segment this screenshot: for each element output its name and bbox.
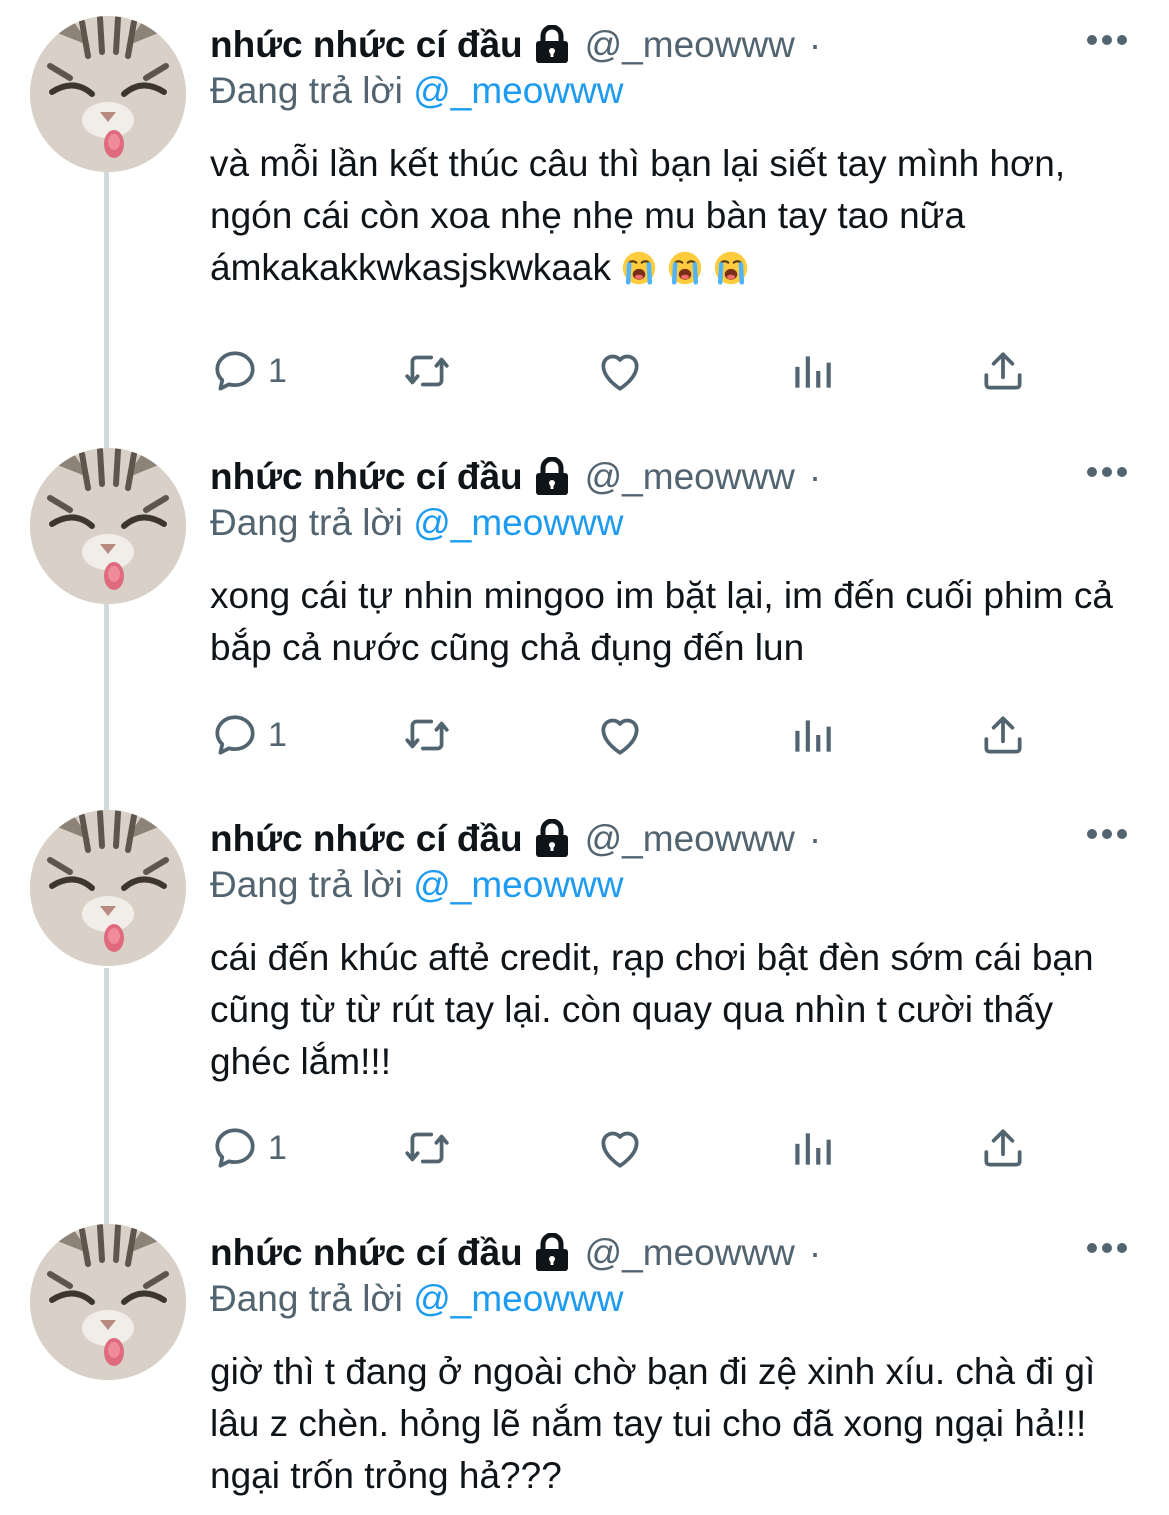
lock-icon <box>533 819 571 859</box>
reply-button[interactable]: 1 <box>210 346 287 396</box>
loudly-crying-face-icon <box>667 250 703 286</box>
display-name[interactable]: nhức nhức cí đầu <box>210 818 523 860</box>
tweet[interactable]: nhức nhức cí đầu @_meowww · Đang trả lời… <box>0 1224 1169 1515</box>
action-bar: 1 <box>210 346 1060 396</box>
retweet-button[interactable] <box>402 346 452 396</box>
avatar[interactable] <box>30 16 186 172</box>
reply-icon <box>210 1123 260 1173</box>
analytics-icon <box>787 1123 837 1173</box>
analytics-icon <box>787 346 837 396</box>
loudly-crying-face-icon <box>713 250 749 286</box>
replying-to-mention[interactable]: @_meowww <box>413 864 623 905</box>
share-button[interactable] <box>978 1123 1028 1173</box>
replying-to-mention[interactable]: @_meowww <box>413 70 623 111</box>
reply-icon <box>210 346 260 396</box>
share-button[interactable] <box>978 346 1028 396</box>
tweet-header: nhức nhức cí đầu @_meowww · <box>210 1230 821 1276</box>
tweet-header: nhức nhức cí đầu @_meowww · <box>210 454 821 500</box>
like-button[interactable] <box>595 710 645 760</box>
reply-button[interactable]: 1 <box>210 1123 287 1173</box>
avatar[interactable] <box>30 448 186 604</box>
replying-to: Đang trả lời @_meowww <box>210 502 623 544</box>
user-handle[interactable]: @_meowww <box>585 818 795 860</box>
retweet-button[interactable] <box>402 1123 452 1173</box>
display-name[interactable]: nhức nhức cí đầu <box>210 456 523 498</box>
replying-to: Đang trả lời @_meowww <box>210 1278 623 1320</box>
reply-count: 1 <box>268 1128 287 1167</box>
reply-icon <box>210 710 260 760</box>
replying-prefix: Đang trả lời <box>210 502 403 543</box>
avatar[interactable] <box>30 1224 186 1380</box>
avatar[interactable] <box>30 810 186 966</box>
more-options-icon[interactable] <box>1087 1242 1127 1254</box>
heart-icon <box>595 710 645 760</box>
tweet-text: cái đến khúc aftẻ credit, rạp chơi bật đ… <box>210 937 1094 1082</box>
lock-icon <box>533 25 571 65</box>
share-icon <box>978 346 1028 396</box>
lock-icon <box>533 1233 571 1273</box>
tweet[interactable]: nhức nhức cí đầu @_meowww · Đang trả lời… <box>0 448 1169 788</box>
separator: · <box>808 1232 822 1273</box>
loudly-crying-face-icon <box>621 250 657 286</box>
replying-prefix: Đang trả lời <box>210 70 403 111</box>
tweet-header: nhức nhức cí đầu @_meowww · <box>210 816 821 862</box>
separator: · <box>808 818 822 859</box>
user-handle[interactable]: @_meowww <box>585 456 795 498</box>
tweet-text: và mỗi lần kết thúc câu thì bạn lại siết… <box>210 138 1140 294</box>
lock-icon <box>533 457 571 497</box>
action-bar: 1 <box>210 710 1060 760</box>
tweet[interactable]: nhức nhức cí đầu @_meowww · Đang trả lời… <box>0 810 1169 1200</box>
reply-count: 1 <box>268 715 287 754</box>
tweet-header: nhức nhức cí đầu @_meowww · <box>210 22 821 68</box>
reply-button[interactable]: 1 <box>210 710 287 760</box>
tweet-text: xong cái tự nhin mingoo im bặt lại, im đ… <box>210 575 1113 668</box>
retweet-icon <box>402 710 452 760</box>
display-name[interactable]: nhức nhức cí đầu <box>210 24 523 66</box>
retweet-icon <box>402 346 452 396</box>
views-button[interactable] <box>787 346 837 396</box>
replying-to: Đang trả lời @_meowww <box>210 70 623 112</box>
more-options-icon[interactable] <box>1087 828 1127 840</box>
user-handle[interactable]: @_meowww <box>585 24 795 66</box>
separator: · <box>808 456 822 497</box>
heart-icon <box>595 346 645 396</box>
share-button[interactable] <box>978 710 1028 760</box>
user-handle[interactable]: @_meowww <box>585 1232 795 1274</box>
replying-prefix: Đang trả lời <box>210 864 403 905</box>
heart-icon <box>595 1123 645 1173</box>
views-button[interactable] <box>787 1123 837 1173</box>
action-bar: 1 <box>210 1123 1060 1173</box>
more-options-icon[interactable] <box>1087 34 1127 46</box>
replying-to-mention[interactable]: @_meowww <box>413 502 623 543</box>
retweet-button[interactable] <box>402 710 452 760</box>
like-button[interactable] <box>595 1123 645 1173</box>
replying-prefix: Đang trả lời <box>210 1278 403 1319</box>
replying-to: Đang trả lời @_meowww <box>210 864 623 906</box>
like-button[interactable] <box>595 346 645 396</box>
more-options-icon[interactable] <box>1087 466 1127 478</box>
tweet-text: giờ thì t đang ở ngoài chờ bạn đi zệ xin… <box>210 1351 1096 1496</box>
tweet[interactable]: nhức nhức cí đầu @_meowww · Đang trả lời… <box>0 16 1169 416</box>
replying-to-mention[interactable]: @_meowww <box>413 1278 623 1319</box>
analytics-icon <box>787 710 837 760</box>
display-name[interactable]: nhức nhức cí đầu <box>210 1232 523 1274</box>
reply-count: 1 <box>268 351 287 390</box>
retweet-icon <box>402 1123 452 1173</box>
views-button[interactable] <box>787 710 837 760</box>
separator: · <box>808 24 822 65</box>
share-icon <box>978 710 1028 760</box>
share-icon <box>978 1123 1028 1173</box>
